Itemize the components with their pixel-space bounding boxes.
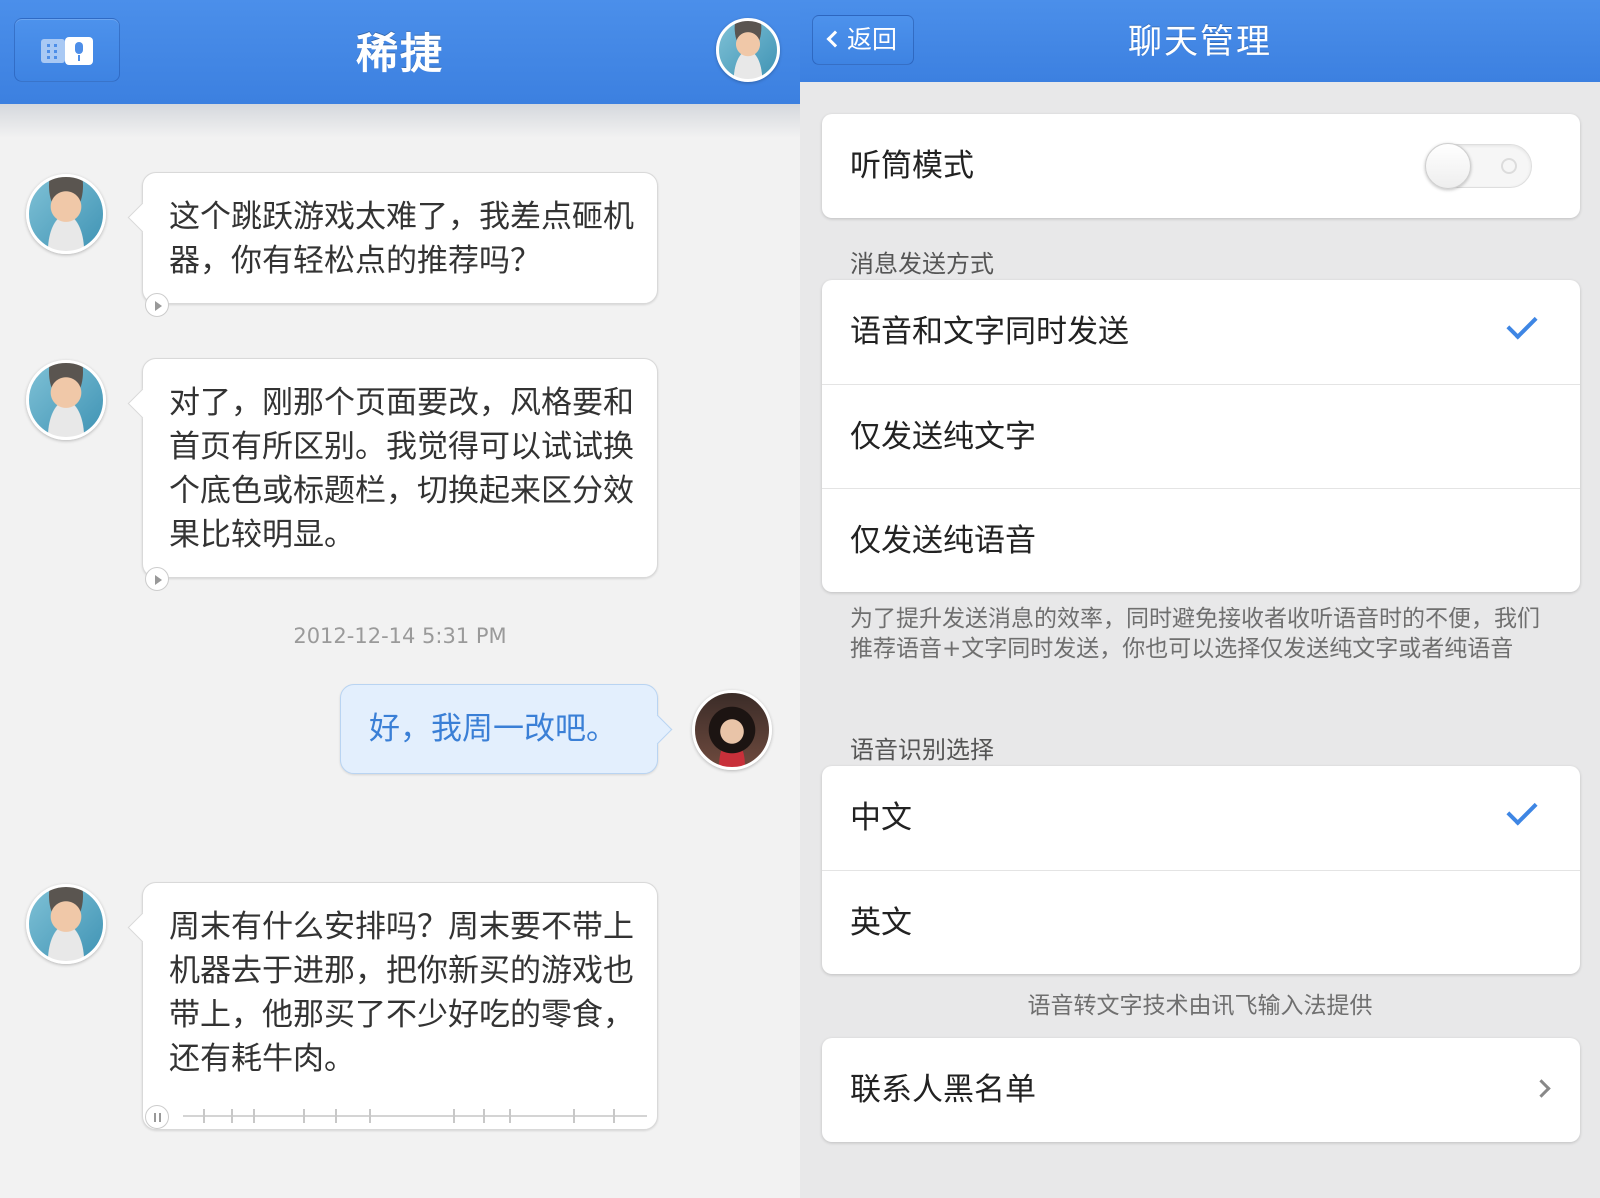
message-bubble-received[interactable]: 对了，刚那个页面要改，风格要和首页有所区别。我觉得可以试试换个底色或标题栏，切换… [142, 358, 658, 591]
voice-play-button[interactable] [145, 293, 169, 317]
message-bubble-received[interactable]: 这个跳跃游戏太难了，我差点砸机器，你有轻松点的推荐吗？ [142, 172, 658, 317]
settings-header: 返回 聊天管理 [800, 0, 1600, 82]
option-label: 仅发送纯文字 [850, 419, 1036, 455]
my-avatar[interactable] [692, 690, 772, 770]
contact-avatar-button[interactable] [716, 18, 780, 82]
voice-play-button[interactable] [145, 567, 169, 591]
checkmark-icon [1506, 794, 1538, 826]
keyboard-icon [41, 39, 65, 63]
send-mode-note: 为了提升发送消息的效率，同时避免接收者收听语音时的不便，我们推荐语音+文字同时发… [850, 606, 1540, 662]
voice-waveform[interactable] [183, 1109, 647, 1123]
option-label: 语音和文字同时发送 [850, 314, 1129, 350]
settings-title: 聊天管理 [1128, 22, 1272, 62]
contact-blacklist-row[interactable]: 联系人黑名单 [822, 1038, 1580, 1142]
message-bubble-sent[interactable]: 好，我周一改吧。 [340, 684, 658, 774]
message-timestamp: 2012-12-14 5:31 PM [293, 624, 507, 648]
send-mode-option-text-only[interactable]: 仅发送纯文字 [822, 384, 1580, 488]
earpiece-card: 听筒模式 [822, 114, 1580, 218]
microphone-icon [65, 37, 93, 65]
voice-pause-button[interactable] [145, 1105, 169, 1129]
voice-keyboard-toggle-button[interactable] [14, 18, 120, 82]
toggle-off-icon [1501, 158, 1517, 174]
option-label: 英文 [850, 905, 912, 941]
earpiece-mode-toggle[interactable] [1425, 143, 1532, 189]
toggle-knob [1425, 143, 1471, 189]
send-mode-card: 语音和文字同时发送 仅发送纯文字 仅发送纯语音 [822, 280, 1580, 592]
contact-avatar[interactable] [26, 884, 106, 964]
back-button[interactable]: 返回 [812, 15, 914, 65]
message-text: 对了，刚那个页面要改，风格要和首页有所区别。我觉得可以试试换个底色或标题栏，切换… [169, 385, 634, 553]
recognition-provider-note: 语音转文字技术由讯飞输入法提供 [1027, 993, 1373, 1019]
recognition-option-english[interactable]: 英文 [822, 870, 1580, 974]
send-mode-header: 消息发送方式 [850, 250, 994, 278]
chevron-right-icon [1532, 1079, 1551, 1098]
chat-screen: 稀捷 这个跳跃游戏太难了，我差点砸机器，你有轻松点的推荐吗？ 对了，刚那个页面要… [0, 0, 800, 1198]
contact-blacklist-label: 联系人黑名单 [850, 1072, 1036, 1108]
earpiece-mode-row[interactable]: 听筒模式 [822, 114, 1580, 218]
option-label: 仅发送纯语音 [850, 523, 1036, 559]
send-mode-option-voice-only[interactable]: 仅发送纯语音 [822, 488, 1580, 592]
contact-avatar[interactable] [26, 360, 106, 440]
settings-screen: 返回 聊天管理 听筒模式 消息发送方式 语音和文字同时发送 仅发送纯文字 仅发送… [800, 0, 1600, 1198]
chat-title: 稀捷 [355, 29, 444, 78]
recognition-header: 语音识别选择 [850, 736, 994, 764]
message-text: 周末有什么安排吗？周末要不带上机器去于进那，把你新买的游戏也带上，他那买了不少好… [169, 909, 634, 1077]
earpiece-mode-label: 听筒模式 [850, 148, 974, 184]
contact-avatar[interactable] [26, 174, 106, 254]
message-text: 好，我周一改吧。 [369, 711, 617, 747]
message-bubble-received[interactable]: 周末有什么安排吗？周末要不带上机器去于进那，把你新买的游戏也带上，他那买了不少好… [142, 882, 658, 1130]
back-button-label: 返回 [847, 25, 898, 54]
chevron-left-icon [826, 30, 844, 48]
recognition-card: 中文 英文 [822, 766, 1580, 974]
blacklist-card: 联系人黑名单 [822, 1038, 1580, 1142]
message-text: 这个跳跃游戏太难了，我差点砸机器，你有轻松点的推荐吗？ [169, 199, 634, 279]
option-label: 中文 [850, 800, 912, 836]
recognition-option-chinese[interactable]: 中文 [822, 766, 1580, 870]
checkmark-icon [1506, 308, 1538, 340]
chat-header: 稀捷 [0, 0, 800, 138]
send-mode-option-voice-and-text[interactable]: 语音和文字同时发送 [822, 280, 1580, 384]
